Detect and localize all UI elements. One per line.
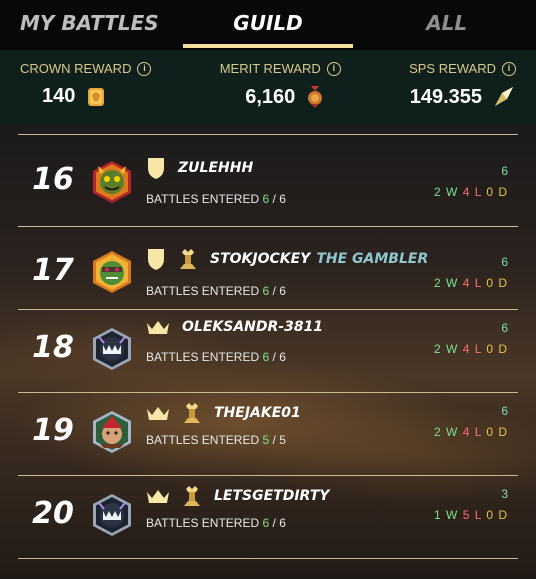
tower-icon: [184, 403, 200, 423]
crown-icon: [147, 490, 169, 503]
rank-number: 18: [32, 330, 74, 365]
crown-icon: [147, 321, 169, 334]
list-item[interactable]: 18 OLEKSANDR-3811 BATTLES ENTERED 6 / 6 …: [18, 310, 518, 393]
win-loss-draw: 2 W 4 L 0 D: [434, 425, 508, 439]
player-name[interactable]: THEJAKE01: [214, 405, 301, 421]
player-name[interactable]: OLEKSANDR-3811: [182, 319, 323, 335]
player-score: 6: [501, 164, 508, 178]
shield-icon: [148, 249, 164, 270]
player-name[interactable]: STOKJOCKEY THE GAMBLER: [210, 251, 428, 267]
guild-ranking-list: 16 ZULEHHH BATTLES ENTERED 6 / 6 6 2 W 4…: [18, 134, 518, 559]
player-score: 6: [501, 321, 508, 335]
player-avatar[interactable]: [90, 327, 134, 375]
list-item[interactable]: 20 LETSGETDIRTY BATTLES ENTERED 6 / 6 3 …: [18, 476, 518, 559]
win-loss-draw: 2 W 4 L 0 D: [434, 342, 508, 356]
shield-icon: [148, 158, 164, 179]
player-score: 6: [501, 404, 508, 418]
player-name[interactable]: ZULEHHH: [178, 160, 253, 176]
crown-token-icon: [88, 87, 105, 106]
win-loss-draw: 1 W 5 L 0 D: [434, 508, 508, 522]
player-avatar[interactable]: [90, 410, 134, 458]
battles-entered: BATTLES ENTERED 5 / 5: [146, 433, 286, 447]
merit-reward-label: MERIT REWARD: [219, 61, 321, 76]
crown-reward-label: CROWN REWARD: [20, 61, 132, 76]
battles-entered: BATTLES ENTERED 6 / 6: [146, 192, 286, 206]
player-avatar[interactable]: [90, 493, 134, 541]
tower-icon: [180, 249, 196, 269]
rank-number: 16: [32, 162, 74, 197]
list-item[interactable]: 19 THEJAKE01 BATTLES ENTERED 5 / 5 6 2 W…: [18, 393, 518, 476]
tab-guild[interactable]: GUILD: [179, 0, 358, 50]
tab-my-battles[interactable]: MY BATTLES: [0, 0, 179, 50]
sps-reward: SPS REWARD i 149.355: [409, 50, 516, 124]
crown-reward-value: 140: [42, 85, 76, 107]
avatar-goblin: [93, 251, 131, 293]
tab-all[interactable]: ALL: [357, 0, 536, 50]
info-icon[interactable]: i: [137, 61, 152, 76]
rank-number: 19: [32, 413, 74, 448]
info-icon[interactable]: i: [502, 61, 516, 76]
rank-number: 20: [32, 496, 74, 531]
tab-bar: MY BATTLES GUILD ALL: [0, 0, 536, 50]
win-loss-draw: 2 W 4 L 0 D: [434, 276, 508, 290]
sps-crystal-icon: [495, 87, 513, 106]
player-score: 6: [501, 255, 508, 269]
avatar-monster: [93, 494, 131, 536]
avatar-gremlin: [93, 161, 131, 203]
sps-reward-label: SPS REWARD: [409, 61, 496, 76]
merit-reward-value: 6,160: [245, 85, 296, 108]
crown-reward: CROWN REWARD i 140: [20, 50, 152, 124]
battles-entered: BATTLES ENTERED 6 / 6: [146, 350, 286, 364]
player-avatar[interactable]: [90, 160, 134, 208]
battles-entered: BATTLES ENTERED 6 / 6: [146, 516, 286, 530]
crown-icon: [147, 407, 169, 420]
avatar-archer: [93, 411, 131, 453]
player-avatar[interactable]: [90, 250, 134, 298]
sps-reward-value: 149.355: [409, 85, 482, 108]
rewards-bar: CROWN REWARD i 140 MERIT REWARD i 6,160: [0, 50, 536, 124]
list-item[interactable]: 17 STOKJOCKEY THE GAMBLER BATTLES ENTERE…: [18, 227, 518, 310]
rank-number: 17: [32, 253, 74, 288]
avatar-monster: [93, 328, 131, 370]
info-icon[interactable]: i: [326, 61, 341, 76]
player-score: 3: [501, 487, 508, 501]
battles-entered: BATTLES ENTERED 6 / 6: [146, 284, 286, 298]
list-item[interactable]: 16 ZULEHHH BATTLES ENTERED 6 / 6 6 2 W 4…: [18, 134, 518, 227]
tower-icon: [184, 486, 200, 506]
player-name[interactable]: LETSGETDIRTY: [214, 488, 329, 504]
win-loss-draw: 2 W 4 L 0 D: [434, 185, 508, 199]
player-title: THE GAMBLER: [316, 251, 429, 267]
merit-medal-icon: [308, 86, 323, 108]
merit-reward: MERIT REWARD i 6,160: [220, 50, 341, 124]
